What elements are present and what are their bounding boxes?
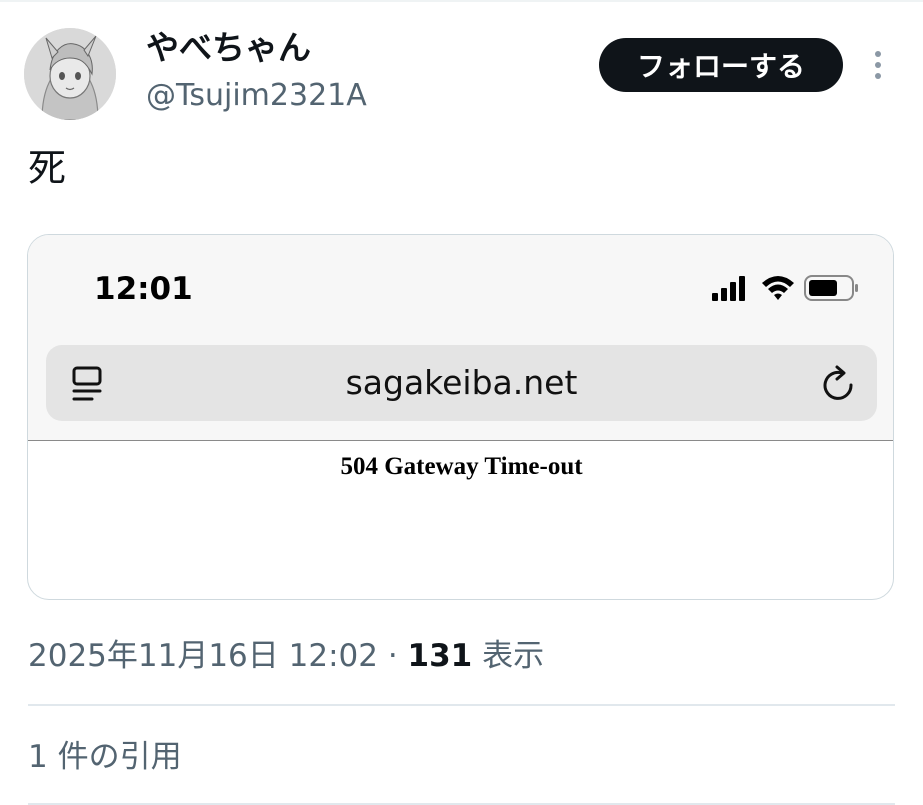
section-divider bbox=[28, 704, 895, 706]
top-divider bbox=[0, 0, 923, 2]
phone-browser-header: 12:01 sagakeiba.net bbox=[28, 235, 893, 440]
views-count: 131 bbox=[407, 638, 473, 674]
wifi-icon bbox=[762, 276, 794, 300]
phone-clock: 12:01 bbox=[94, 271, 193, 307]
more-options-button[interactable] bbox=[864, 44, 892, 88]
page-divider bbox=[28, 440, 893, 441]
tweet-timestamp[interactable]: 2025年11月16日 12:02 bbox=[28, 638, 378, 674]
reload-icon bbox=[820, 363, 858, 403]
browser-url-bar: sagakeiba.net bbox=[46, 345, 877, 421]
meta-separator: · bbox=[377, 638, 408, 674]
signal-icon bbox=[712, 276, 745, 301]
tweet-text: 死 bbox=[28, 146, 67, 190]
more-vertical-icon bbox=[875, 51, 881, 79]
error-message: 504 Gateway Time-out bbox=[340, 453, 583, 480]
quote-count-link[interactable]: 1 件の引用 bbox=[28, 733, 182, 781]
avatar-sketch-icon bbox=[24, 28, 116, 120]
user-handle[interactable]: @Tsujim2321A bbox=[146, 76, 367, 116]
tweet-media-image[interactable]: 12:01 sagakeiba.net 504 Gateway Time-out bbox=[27, 234, 894, 600]
reader-mode-icon bbox=[70, 365, 106, 403]
follow-button[interactable]: フォローする bbox=[599, 38, 843, 92]
display-name[interactable]: やべちゃん bbox=[146, 26, 311, 70]
avatar[interactable] bbox=[24, 28, 116, 120]
views-label: 表示 bbox=[472, 638, 545, 674]
battery-icon bbox=[804, 275, 858, 301]
browser-url-text: sagakeiba.net bbox=[345, 363, 578, 402]
tweet-meta: 2025年11月16日 12:02 · 131 表示 bbox=[28, 632, 544, 680]
phone-status-icons bbox=[712, 271, 862, 305]
